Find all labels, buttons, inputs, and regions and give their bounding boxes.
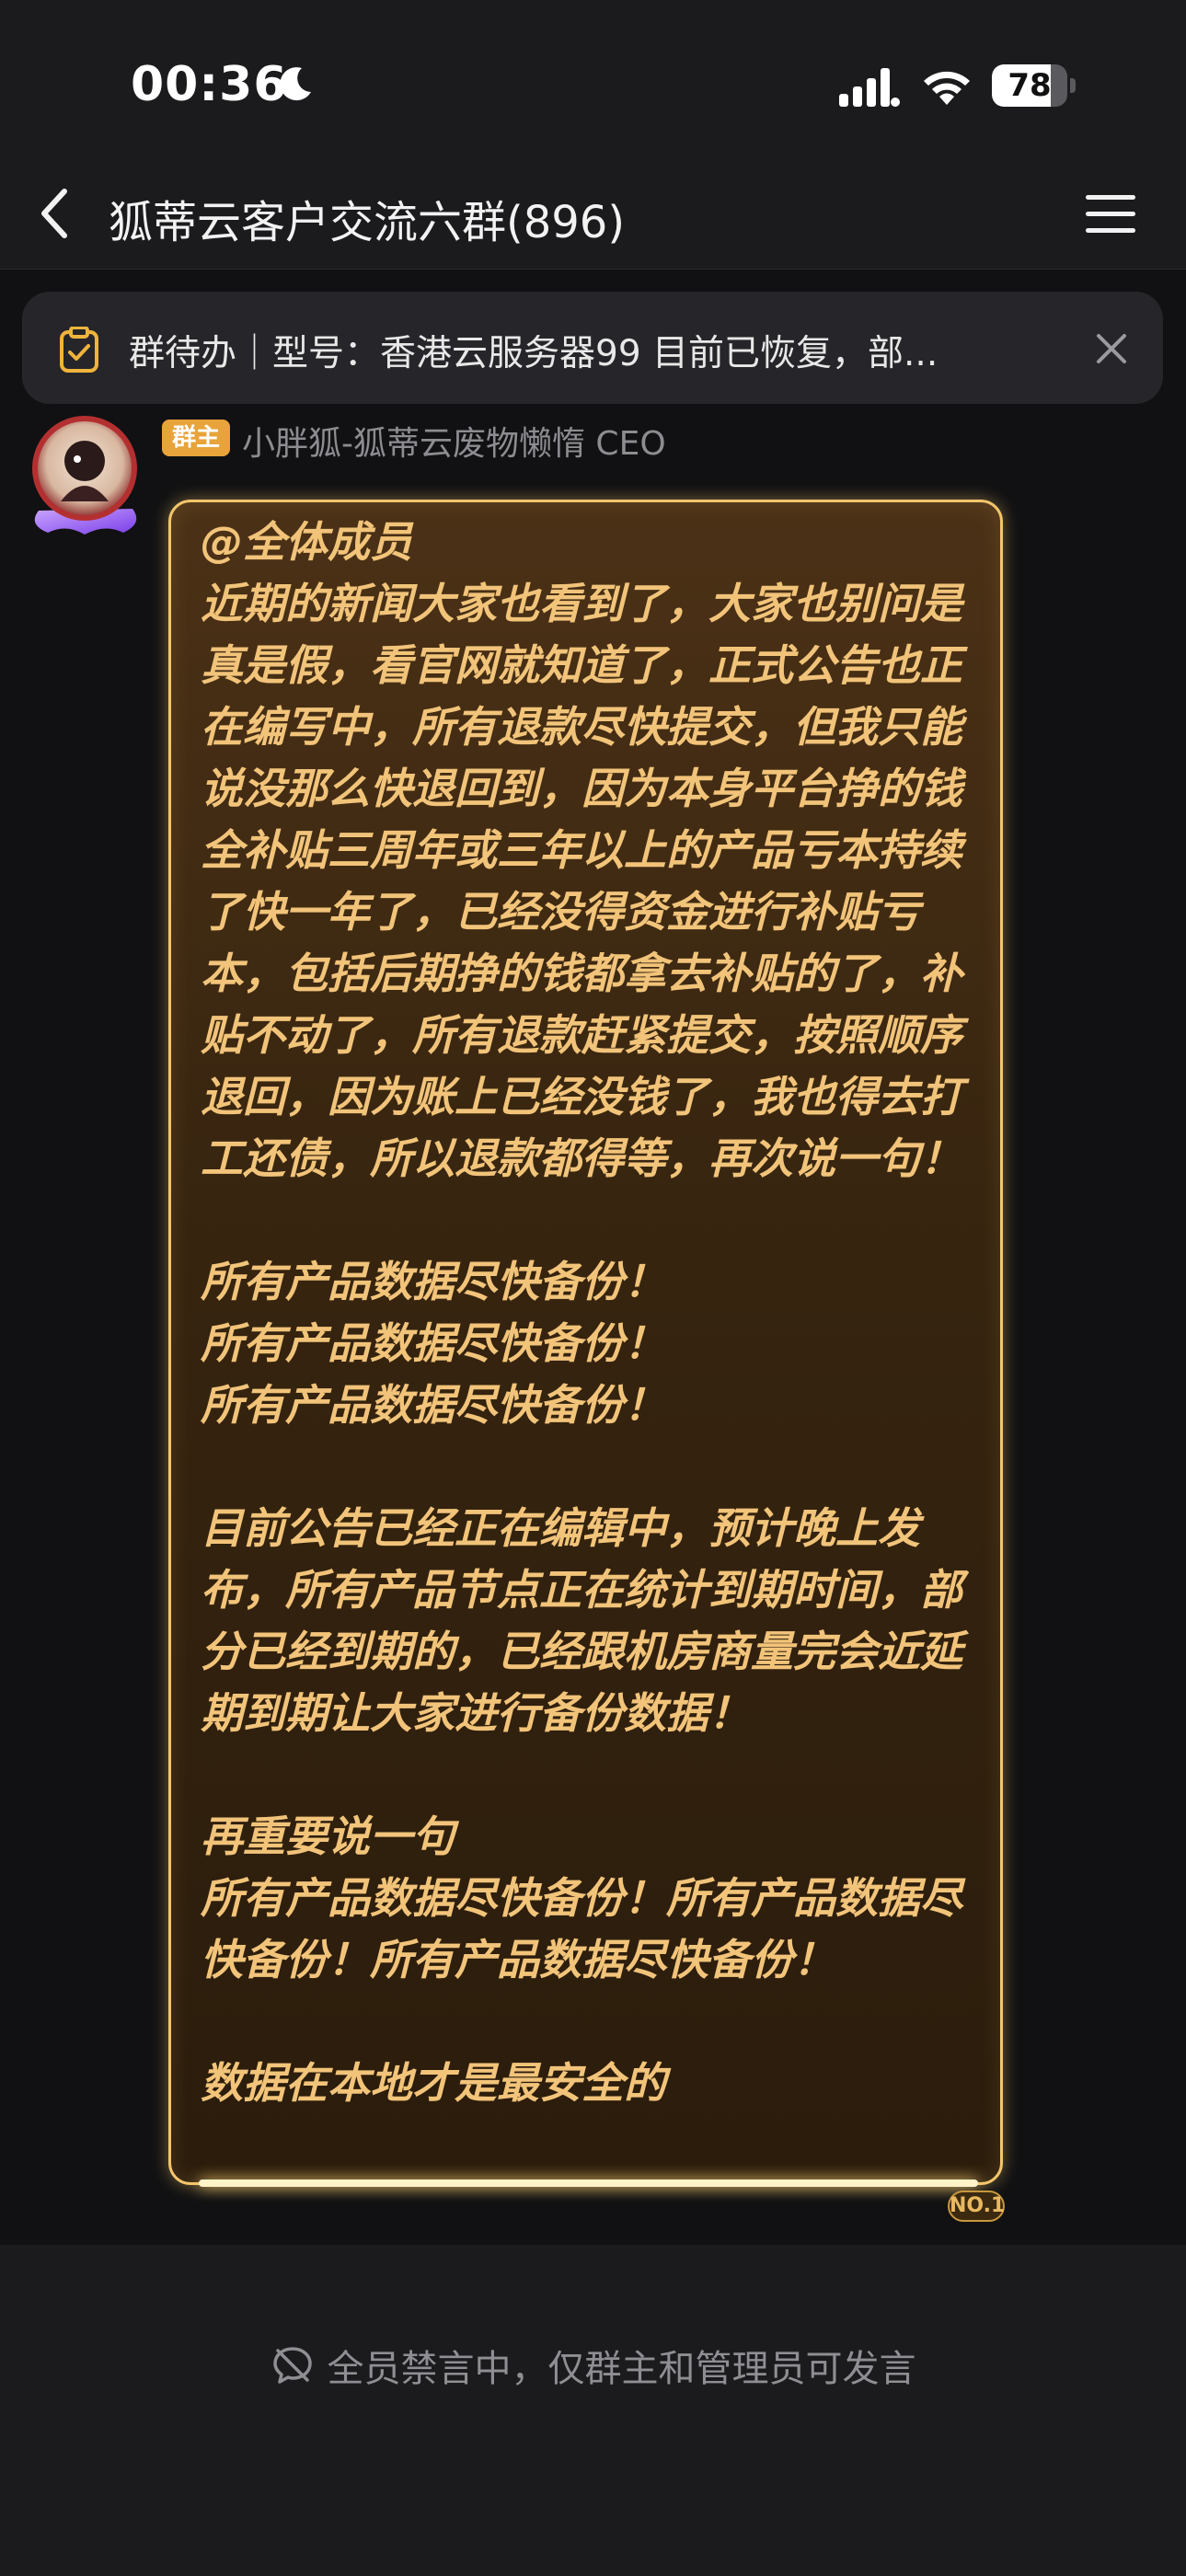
signal-icon	[839, 68, 900, 107]
avatar[interactable]	[20, 409, 149, 538]
chat-screen: 00:36 78 狐蒂云客户交流六群(896) 群待办｜型号：香港云服务器99 …	[0, 0, 1186, 2576]
message-text: @全体成员 近期的新闻大家也看到了，大家也别问是真是假，看官网就知道了，正式公告…	[201, 517, 962, 2108]
mute-notice: 全员禁言中，仅群主和管理员可发言	[0, 2339, 1186, 2394]
mute-notice-text: 全员禁言中，仅群主和管理员可发言	[327, 2348, 916, 2390]
message-bubble[interactable]: @全体成员 近期的新闻大家也看到了，大家也别问是真是假，看官网就知道了，正式公告…	[168, 500, 1003, 2187]
status-time: 00:36	[131, 57, 288, 112]
group-owner-badge: 群主	[162, 420, 230, 456]
sender-name[interactable]: 小胖狐-狐蒂云废物懒惰 CEO	[242, 417, 666, 465]
bubble-glow-line	[199, 2179, 978, 2187]
group-title: 狐蒂云客户交流六群(896)	[109, 197, 626, 248]
todo-text: 群待办｜型号：香港云服务器99 目前已恢复，部...	[129, 333, 938, 374]
moon-icon	[280, 67, 311, 101]
battery-icon: 78	[992, 64, 1076, 107]
group-todo-banner[interactable]: 群待办｜型号：香港云服务器99 目前已恢复，部...	[22, 292, 1163, 404]
status-bar: 00:36 78	[0, 0, 1186, 166]
back-icon[interactable]	[37, 184, 74, 243]
wifi-icon	[924, 71, 970, 105]
nav-bar: 狐蒂云客户交流六群(896)	[0, 166, 1186, 270]
menu-icon[interactable]	[1086, 191, 1135, 237]
chat-area[interactable]: 群待办｜型号：香港云服务器99 目前已恢复，部... 群主 小胖狐-狐蒂云废物懒…	[0, 270, 1186, 2245]
bubble-tag: NO.1	[948, 2191, 1005, 2222]
close-icon[interactable]	[1093, 330, 1130, 367]
todo-clipboard-icon	[60, 327, 98, 373]
muted-chat-icon	[272, 2347, 312, 2384]
battery-level: 78	[1008, 67, 1052, 104]
input-area: 全员禁言中，仅群主和管理员可发言	[0, 2245, 1186, 2576]
